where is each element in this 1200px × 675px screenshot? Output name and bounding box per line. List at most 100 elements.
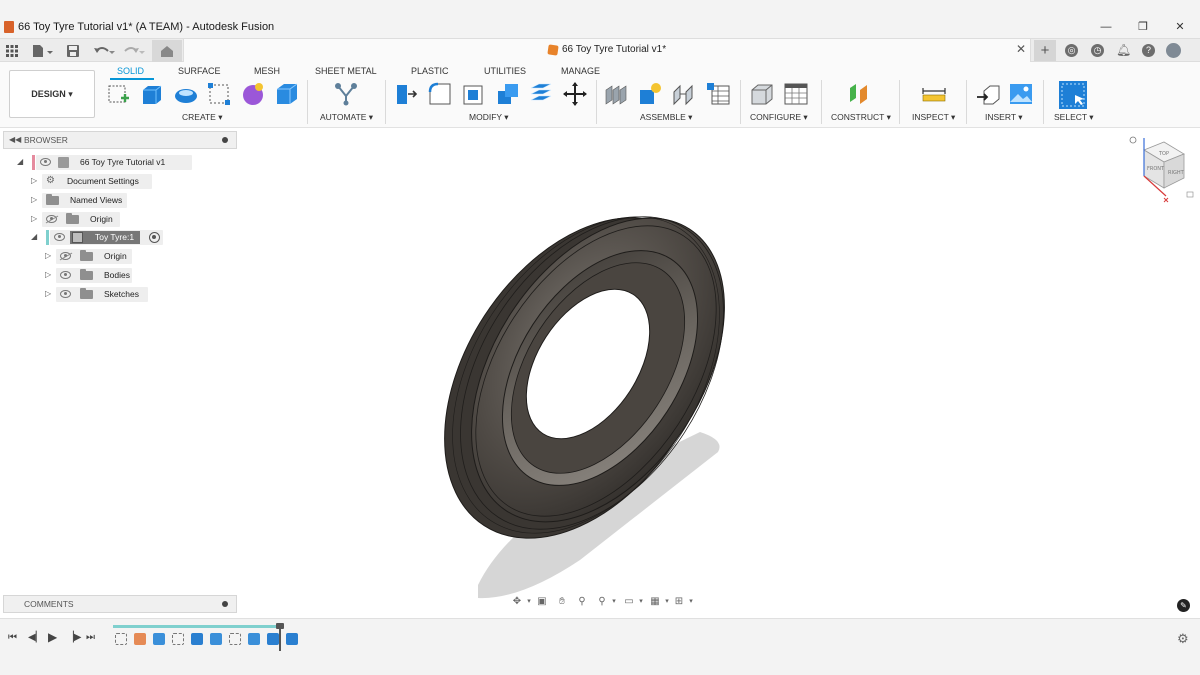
collapsed-arrow-icon[interactable]: ▷: [45, 251, 51, 260]
timeline-feature-extrude-icon[interactable]: [191, 633, 203, 645]
tab-plastic[interactable]: PLASTIC: [411, 66, 449, 76]
workspace-switcher-button[interactable]: DESIGN ▾: [9, 70, 95, 118]
form-icon[interactable]: [241, 82, 265, 106]
select-icon[interactable]: [1058, 80, 1088, 110]
tree-row-document-settings[interactable]: ▷ ⚙ Document Settings: [30, 174, 160, 189]
timeline-feature-extrude-icon[interactable]: [286, 633, 298, 645]
grid-snaps-icon[interactable]: ▦: [649, 596, 661, 608]
project-icon[interactable]: [207, 82, 231, 106]
redo-icon[interactable]: [121, 43, 145, 59]
zoom-icon[interactable]: ⚲: [576, 596, 588, 608]
tree-node-document-settings[interactable]: ⚙ Document Settings: [42, 174, 152, 189]
tree-row-sketches[interactable]: ▷ Sketches: [44, 287, 154, 302]
comments-panel-header[interactable]: COMMENTS: [3, 595, 237, 613]
visibility-eye-icon[interactable]: [40, 158, 51, 166]
visibility-eye-icon[interactable]: [60, 290, 71, 298]
collapsed-arrow-icon[interactable]: ▷: [31, 214, 37, 223]
viewports-icon[interactable]: ⊞: [673, 596, 685, 608]
tree-node-origin[interactable]: Origin: [42, 212, 120, 227]
tree-node-component[interactable]: Toy Tyre:1: [50, 230, 163, 245]
user-avatar[interactable]: [1166, 43, 1181, 58]
bill-of-materials-icon[interactable]: [706, 82, 730, 106]
revolve-icon[interactable]: [174, 82, 198, 106]
browser-panel-header[interactable]: ◀◀ BROWSER: [3, 131, 237, 149]
dropdown-arrow-icon[interactable]: ▾: [635, 596, 647, 608]
fit-icon[interactable]: ⚲: [596, 596, 608, 608]
3d-viewport[interactable]: [240, 128, 1200, 618]
insert-canvas-icon[interactable]: [1009, 82, 1033, 106]
tree-row-bodies[interactable]: ▷ Bodies: [44, 268, 144, 283]
collapsed-arrow-icon[interactable]: ▷: [31, 195, 37, 204]
tree-row-component[interactable]: ◢ Toy Tyre:1: [30, 230, 165, 245]
look-at-icon[interactable]: ▣: [536, 596, 548, 608]
expanded-arrow-icon[interactable]: ◢: [17, 157, 23, 166]
extrude-icon[interactable]: [140, 82, 164, 106]
timeline-feature-fillet-icon[interactable]: [153, 633, 165, 645]
modify-group-label[interactable]: MODIFY ▾: [469, 112, 509, 123]
create-sketch-icon[interactable]: [107, 82, 131, 106]
step-forward-icon[interactable]: ▕▶: [66, 632, 81, 643]
dropdown-arrow-icon[interactable]: ▾: [523, 596, 535, 608]
assemble-group-label[interactable]: ASSEMBLE ▾: [640, 112, 692, 123]
tree-node-named-views[interactable]: Named Views: [42, 193, 127, 208]
dropdown-arrow-icon[interactable]: ▾: [685, 596, 697, 608]
new-component-icon[interactable]: [605, 82, 629, 106]
timeline-track[interactable]: [113, 625, 298, 651]
hidden-eye-icon[interactable]: [60, 252, 71, 260]
dropdown-arrow-icon[interactable]: ▾: [608, 596, 620, 608]
go-to-start-icon[interactable]: ⏮: [8, 632, 17, 643]
configure-group-label[interactable]: CONFIGURE ▾: [750, 112, 808, 123]
home-button[interactable]: [152, 40, 182, 62]
timeline-marker[interactable]: [276, 623, 284, 651]
tree-row-origin[interactable]: ▷ Origin: [30, 212, 130, 227]
play-icon[interactable]: ▶: [48, 630, 57, 644]
insert-derive-icon[interactable]: [976, 82, 1000, 106]
as-built-joint-icon[interactable]: [672, 82, 696, 106]
undo-icon[interactable]: [92, 43, 116, 59]
shell-icon[interactable]: [462, 82, 486, 106]
chat-help-icon[interactable]: ✎: [1177, 599, 1190, 612]
close-window-button[interactable]: ✕: [1172, 20, 1188, 34]
step-back-icon[interactable]: ◀▏: [28, 632, 43, 643]
visibility-eye-icon[interactable]: [60, 271, 71, 279]
press-pull-icon[interactable]: [394, 82, 418, 106]
configuration-table-icon[interactable]: [784, 82, 808, 106]
collapsed-arrow-icon[interactable]: ▷: [45, 270, 51, 279]
job-status-icon[interactable]: ◷: [1091, 44, 1104, 57]
tab-mesh[interactable]: MESH: [254, 66, 280, 76]
offset-plane-icon[interactable]: [847, 82, 871, 106]
timeline-feature-sketch-icon[interactable]: [229, 633, 241, 645]
fillet-icon[interactable]: [428, 82, 452, 106]
tree-node-bodies[interactable]: Bodies: [56, 268, 132, 283]
pin-panel-icon[interactable]: [222, 137, 228, 143]
box-icon[interactable]: [275, 82, 299, 106]
expanded-arrow-icon[interactable]: ◢: [31, 232, 37, 241]
timeline-feature-extrude-icon[interactable]: [267, 633, 279, 645]
activate-radio-icon[interactable]: [149, 232, 160, 243]
combine-icon[interactable]: [496, 82, 520, 106]
select-group-label[interactable]: SELECT ▾: [1054, 112, 1094, 123]
insert-group-label[interactable]: INSERT ▾: [985, 112, 1023, 123]
visibility-eye-icon[interactable]: [54, 233, 65, 241]
minimize-button[interactable]: —: [1098, 20, 1114, 34]
tab-sheet-metal[interactable]: SHEET METAL: [315, 66, 377, 76]
dropdown-arrow-icon[interactable]: ▾: [661, 596, 673, 608]
tree-node-root[interactable]: 66 Toy Tyre Tutorial v1: [36, 155, 192, 170]
timeline-feature-sketch-icon[interactable]: [115, 633, 127, 645]
collapse-panel-icon[interactable]: ◀◀: [9, 135, 21, 144]
create-group-label[interactable]: CREATE ▾: [182, 112, 222, 123]
timeline-feature-sketch-icon[interactable]: [172, 633, 184, 645]
tab-utilities[interactable]: UTILITIES: [484, 66, 526, 76]
timeline-settings-gear-icon[interactable]: ⚙: [1177, 631, 1189, 647]
timeline-feature-fillet-icon[interactable]: [210, 633, 222, 645]
collapsed-arrow-icon[interactable]: ▷: [45, 289, 51, 298]
offset-face-icon[interactable]: [529, 82, 553, 106]
automate-icon[interactable]: [334, 82, 358, 106]
configure-icon[interactable]: [750, 82, 774, 106]
document-tab[interactable]: 66 Toy Tyre Tutorial v1* ✕: [183, 39, 1031, 62]
joint-icon[interactable]: [638, 82, 662, 106]
hidden-eye-icon[interactable]: [46, 215, 57, 223]
collapsed-arrow-icon[interactable]: ▷: [31, 176, 37, 185]
save-icon[interactable]: [66, 43, 80, 59]
tree-node-component-origin[interactable]: Origin: [56, 249, 132, 264]
